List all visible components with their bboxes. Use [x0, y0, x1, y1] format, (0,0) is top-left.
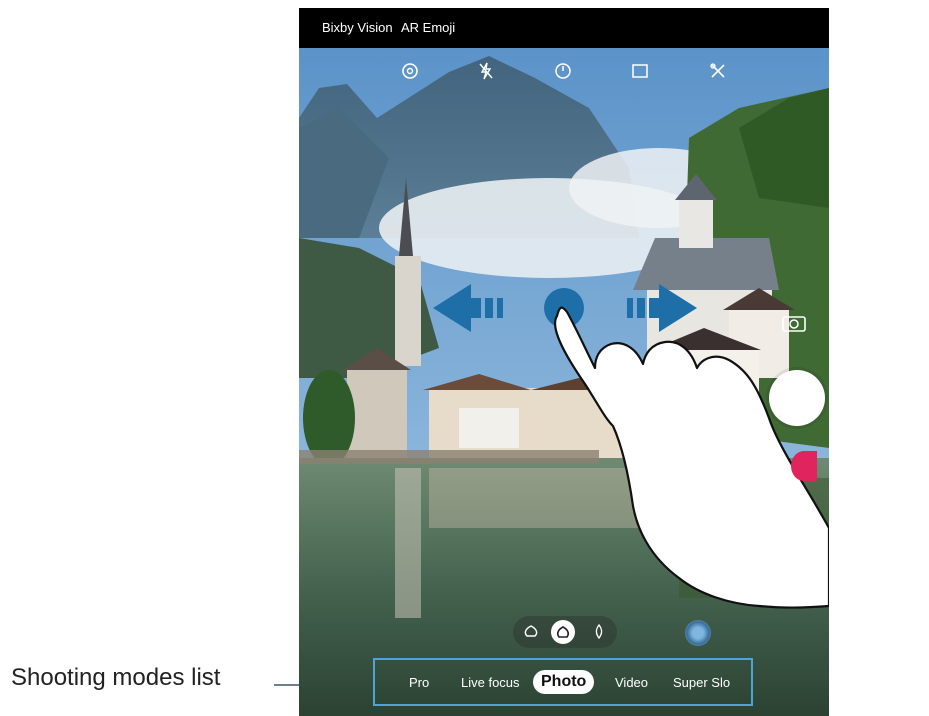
effect-left-icon[interactable] — [519, 620, 543, 644]
mode-video[interactable]: Video — [615, 675, 648, 690]
timer-off-icon[interactable] — [552, 60, 574, 82]
swipe-gesture — [433, 284, 829, 609]
mode-live-focus[interactable]: Live focus — [461, 675, 520, 690]
arrow-left-dash-1 — [485, 298, 493, 318]
arrow-right-icon — [649, 284, 697, 332]
filters-icon[interactable] — [707, 60, 729, 82]
arrow-right-dash-2 — [627, 298, 633, 318]
aspect-ratio-icon[interactable] — [629, 60, 651, 82]
camera-screen: Bixby Vision AR Emoji Pro Live focus Pho… — [299, 8, 829, 716]
flash-off-icon[interactable] — [475, 60, 497, 82]
effects-bar — [513, 616, 617, 648]
callout-label: Shooting modes list — [11, 664, 221, 691]
arrow-right-dash-1 — [637, 298, 645, 318]
gallery-thumbnail[interactable] — [685, 620, 711, 646]
mode-pro[interactable]: Pro — [409, 675, 429, 690]
effect-center-icon[interactable] — [551, 620, 575, 644]
shooting-modes-list: Pro Live focus Photo Video Super Slo — [373, 658, 753, 706]
ar-emoji-button[interactable]: AR Emoji — [401, 20, 455, 35]
arrow-left-dash-2 — [497, 298, 503, 318]
switch-camera-icon[interactable] — [780, 312, 808, 334]
settings-icon[interactable] — [399, 60, 421, 82]
mode-photo-selected[interactable]: Photo — [533, 670, 595, 694]
bixby-vision-button[interactable]: Bixby Vision — [322, 20, 393, 35]
top-bar: Bixby Vision AR Emoji — [299, 8, 829, 48]
mode-super-slo[interactable]: Super Slo — [673, 675, 730, 690]
record-button[interactable] — [791, 451, 817, 481]
swipe-hand-icon — [554, 306, 829, 609]
shutter-button[interactable] — [769, 370, 825, 426]
effect-right-icon[interactable] — [587, 620, 611, 644]
arrow-left-icon — [433, 284, 481, 332]
